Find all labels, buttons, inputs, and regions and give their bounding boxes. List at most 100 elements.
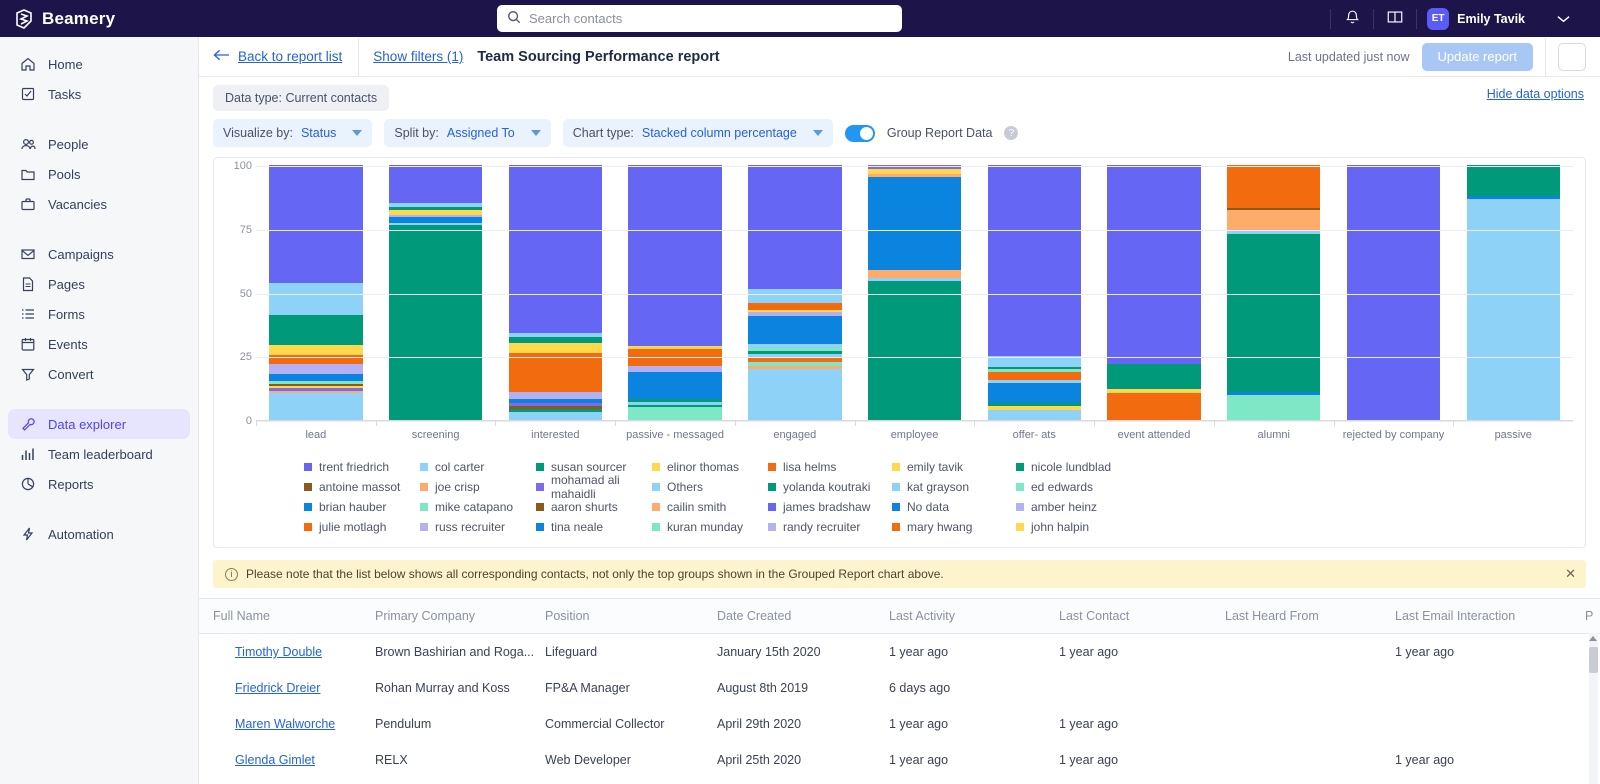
brand-logo-area[interactable]: Beamery — [0, 9, 200, 29]
bar-segment[interactable] — [389, 165, 482, 203]
table-column-header[interactable]: Last Activity — [889, 599, 1059, 634]
legend-item[interactable]: kat grayson — [892, 477, 1016, 497]
contact-name-link[interactable]: Maren Walworche — [235, 717, 335, 731]
bar-segment[interactable] — [1107, 364, 1200, 390]
bar-segment[interactable] — [988, 372, 1081, 381]
table-column-header[interactable]: Position — [545, 599, 717, 634]
bar-segment[interactable] — [628, 372, 721, 399]
bar-segment[interactable] — [868, 281, 961, 420]
bar-segment[interactable] — [628, 165, 721, 346]
bar-segment[interactable] — [269, 283, 362, 315]
bar-segment[interactable] — [748, 369, 841, 420]
sidebar-item-convert[interactable]: Convert — [8, 359, 190, 389]
legend-item[interactable]: cailin smith — [652, 497, 768, 517]
sidebar-item-people[interactable]: People — [8, 129, 190, 159]
sidebar-item-tasks[interactable]: Tasks — [8, 79, 190, 109]
bar-segment[interactable] — [628, 407, 721, 420]
bar-segment[interactable] — [1467, 199, 1560, 420]
contact-name-link[interactable]: Friedrick Dreier — [235, 681, 320, 695]
bar-segment[interactable] — [1107, 165, 1200, 364]
search-input[interactable]: Search contacts — [497, 5, 902, 32]
stacked-bar[interactable] — [1347, 165, 1440, 420]
table-column-header[interactable]: Full Name — [199, 599, 375, 634]
legend-item[interactable]: james bradshaw — [768, 497, 892, 517]
table-column-header[interactable]: Last Email Interaction — [1395, 599, 1585, 634]
bar-segment[interactable] — [988, 165, 1081, 356]
notifications-button[interactable] — [1331, 0, 1373, 37]
legend-item[interactable]: john halpin — [1016, 517, 1140, 537]
bar-segment[interactable] — [269, 393, 362, 420]
legend-item[interactable]: russ recruiter — [420, 517, 536, 537]
bar-segment[interactable] — [1467, 165, 1560, 196]
back-to-report-list-link[interactable]: Back to report list — [213, 49, 358, 64]
bar-segment[interactable] — [748, 316, 841, 344]
bar-segment[interactable] — [269, 374, 362, 382]
stacked-bar[interactable] — [269, 165, 362, 420]
scrollbar-thumb[interactable] — [1589, 647, 1598, 673]
legend-item[interactable]: col carter — [420, 457, 536, 477]
legend-item[interactable]: ed edwards — [1016, 477, 1140, 497]
bar-segment[interactable] — [748, 289, 841, 303]
sidebar-item-events[interactable]: Events — [8, 329, 190, 359]
legend-item[interactable]: tina neale — [536, 517, 652, 537]
bar-segment[interactable] — [509, 392, 602, 400]
sidebar-item-automation[interactable]: Automation — [8, 519, 190, 549]
bar-segment[interactable] — [1227, 210, 1320, 230]
chevron-down-icon[interactable] — [1557, 11, 1570, 26]
legend-item[interactable]: julie motlagh — [304, 517, 420, 537]
sidebar-item-pools[interactable]: Pools — [8, 159, 190, 189]
bar-segment[interactable] — [269, 315, 362, 344]
close-icon[interactable]: ✕ — [1565, 566, 1576, 582]
table-row[interactable]: Glenda GimletRELXWeb DeveloperApril 25th… — [199, 742, 1600, 778]
legend-item[interactable]: emily tavik — [892, 457, 1016, 477]
visualize-by-select[interactable]: Visualize by: Status — [213, 119, 372, 147]
bar-segment[interactable] — [389, 225, 482, 420]
legend-item[interactable]: mike catapano — [420, 497, 536, 517]
bar-segment[interactable] — [748, 165, 841, 289]
bar-segment[interactable] — [868, 270, 961, 278]
sidebar-item-forms[interactable]: Forms — [8, 299, 190, 329]
legend-item[interactable]: mary hwang — [892, 517, 1016, 537]
bar-segment[interactable] — [988, 410, 1081, 420]
bar-segment[interactable] — [988, 383, 1081, 403]
stacked-bar[interactable] — [1467, 165, 1560, 420]
legend-item[interactable]: kuran munday — [652, 517, 768, 537]
bar-segment[interactable] — [269, 165, 362, 284]
user-menu[interactable]: ET Emily Tavik — [1417, 8, 1590, 30]
bar-segment[interactable] — [269, 345, 362, 355]
table-row[interactable]: Maren WalworchePendulumCommercial Collec… — [199, 706, 1600, 742]
bar-segment[interactable] — [1347, 165, 1440, 420]
contact-name-link[interactable]: Timothy Double — [235, 645, 322, 659]
bar-segment[interactable] — [1107, 393, 1200, 420]
sidebar-item-data-explorer[interactable]: Data explorer — [8, 409, 190, 439]
legend-item[interactable]: yolanda koutraki — [768, 477, 892, 497]
scroll-up-arrow-icon[interactable] — [1589, 636, 1597, 641]
group-report-data-toggle[interactable] — [845, 125, 875, 142]
bar-segment[interactable] — [748, 303, 841, 311]
legend-item[interactable]: Others — [652, 477, 768, 497]
bar-segment[interactable] — [509, 165, 602, 333]
table-column-header[interactable]: Primary Company — [375, 599, 545, 634]
table-column-header[interactable]: Last Heard From — [1225, 599, 1395, 634]
question-mark-icon[interactable]: ? — [1004, 126, 1018, 140]
bar-segment[interactable] — [509, 412, 602, 420]
legend-item[interactable]: trent friedrich — [304, 457, 420, 477]
sidebar-item-team-leaderboard[interactable]: Team leaderboard — [8, 439, 190, 469]
legend-item[interactable]: mohamad ali mahaidli — [536, 477, 652, 497]
sidebar-item-pages[interactable]: Pages — [8, 269, 190, 299]
legend-item[interactable]: lisa helms — [768, 457, 892, 477]
bar-segment[interactable] — [1227, 395, 1320, 420]
knowledge-base-button[interactable] — [1374, 0, 1416, 37]
sidebar-item-campaigns[interactable]: Campaigns — [8, 239, 190, 269]
legend-item[interactable]: brian hauber — [304, 497, 420, 517]
data-type-chip[interactable]: Data type: Current contacts — [213, 85, 389, 111]
legend-item[interactable]: nicole lundblad — [1016, 457, 1140, 477]
more-options-button[interactable] — [1558, 43, 1586, 71]
legend-item[interactable]: joe crisp — [420, 477, 536, 497]
bar-segment[interactable] — [269, 355, 362, 364]
bar-segment[interactable] — [1227, 165, 1320, 208]
table-column-header[interactable]: Last Contact — [1059, 599, 1225, 634]
hide-data-options-link[interactable]: Hide data options — [1487, 87, 1584, 101]
table-row[interactable]: Timothy DoubleBrown Bashirian and Roga..… — [199, 634, 1600, 671]
bar-segment[interactable] — [868, 177, 961, 270]
